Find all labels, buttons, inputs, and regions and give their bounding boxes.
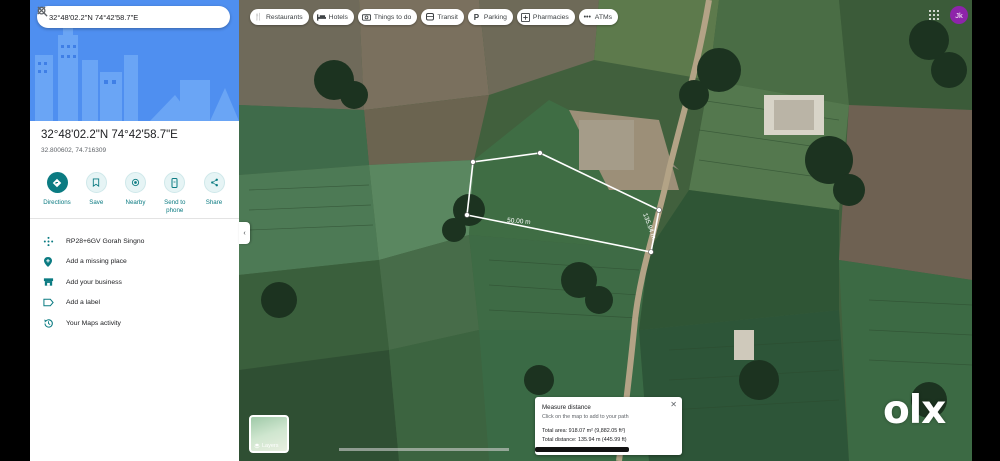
restaurant-icon: 🍴	[254, 14, 263, 21]
business-icon	[40, 275, 56, 289]
collapse-panel-button[interactable]: ‹	[239, 222, 250, 244]
send-to-phone-label: Send to phone	[164, 199, 185, 214]
action-row: Directions Save Nearby Send to phone Shar…	[38, 172, 233, 214]
close-icon[interactable]	[37, 6, 230, 28]
chip-restaurants[interactable]: 🍴 Restaurants	[250, 9, 309, 25]
place-coordinates: 32.800602, 74.716309	[41, 147, 107, 154]
category-chips: 🍴 Restaurants Hotels Things to do Transi…	[250, 9, 619, 25]
share-icon	[203, 172, 225, 193]
directions-icon	[46, 172, 68, 193]
nearby-button[interactable]: Nearby	[117, 172, 155, 214]
layers-button[interactable]: Layers	[249, 415, 289, 453]
search-icon[interactable]	[37, 6, 208, 28]
maps-activity-row[interactable]: Your Maps activity	[40, 313, 144, 334]
chip-pharmacies[interactable]: Pharmacies	[516, 9, 575, 25]
nearby-label: Nearby	[125, 199, 146, 206]
satellite-map[interactable]: 50.00 m 135.94 m	[239, 0, 972, 461]
measure-total-distance: Total distance: 135.94 m (445.99 ft)	[542, 437, 627, 443]
chevron-left-icon: ‹	[243, 229, 246, 237]
save-label: Save	[89, 199, 104, 206]
atm-icon: •••	[583, 13, 591, 21]
camera-icon	[361, 13, 371, 22]
chip-things-to-do-label: Things to do	[373, 13, 412, 21]
directions-label: Directions	[43, 199, 71, 206]
add-missing-place-text: Add a missing place	[66, 258, 127, 266]
plus-code-text: RP28+6GV Gorah Singno	[66, 237, 145, 245]
transit-icon	[425, 12, 434, 22]
layers-label: Layers	[262, 443, 279, 449]
section-divider	[30, 218, 239, 219]
add-label-text: Add a label	[66, 299, 101, 307]
chip-pharmacies-label: Pharmacies	[532, 13, 569, 21]
chip-hotels[interactable]: Hotels	[312, 9, 354, 25]
plus-code-icon	[40, 234, 56, 248]
search-input[interactable]: 32°48'02.2"N 74°42'58.7"E	[49, 13, 186, 22]
add-business-text: Add your business	[66, 278, 122, 286]
measure-total-area: Total area: 918.07 m² (9,882.05 ft²)	[542, 428, 626, 434]
left-letterbox	[0, 0, 30, 461]
chip-things-to-do[interactable]: Things to do	[357, 9, 418, 25]
add-missing-place-row[interactable]: Add a missing place	[40, 252, 144, 273]
add-business-row[interactable]: Add your business	[40, 272, 144, 293]
hotel-icon	[316, 13, 326, 22]
send-to-phone-label-line-2: phone	[166, 206, 184, 214]
chip-hotels-label: Hotels	[328, 13, 348, 21]
label-icon	[40, 296, 56, 310]
phone-icon	[164, 172, 186, 193]
chip-atms[interactable]: ••• ATMs	[578, 9, 619, 25]
chip-transit-label: Transit	[437, 13, 458, 21]
parking-icon: P	[473, 12, 480, 22]
chip-parking[interactable]: P Parking	[467, 9, 513, 25]
chip-atms-label: ATMs	[594, 13, 613, 21]
maps-activity-text: Your Maps activity	[66, 319, 121, 327]
history-icon	[40, 316, 56, 330]
layers-label-wrap: Layers	[254, 443, 279, 449]
olx-watermark: olx	[883, 388, 946, 433]
chip-parking-label: Parking	[483, 13, 507, 21]
add-place-icon	[40, 255, 56, 269]
hero-illustration: 32°48'02.2"N 74°42'58.7"E	[30, 0, 239, 121]
add-label-row[interactable]: Add a label	[40, 293, 144, 314]
plus-code-row[interactable]: RP28+6GV Gorah Singno	[40, 231, 144, 252]
account-avatar[interactable]: Jk	[950, 6, 968, 24]
place-details-list: RP28+6GV Gorah Singno Add a missing plac…	[40, 231, 144, 334]
layers-icon	[254, 443, 260, 449]
apps-grid-icon[interactable]	[929, 10, 939, 20]
chip-transit[interactable]: Transit	[421, 9, 464, 25]
olx-watermark-text: olx	[883, 388, 946, 433]
right-letterbox	[972, 0, 1000, 461]
measure-subtitle: Click on the map to add to your path	[542, 414, 629, 420]
measure-title: Measure distance	[542, 404, 591, 411]
send-to-phone-button[interactable]: Send to phone	[156, 172, 194, 214]
chip-restaurants-label: Restaurants	[266, 13, 303, 21]
save-button[interactable]: Save	[77, 172, 115, 214]
place-sidebar: 32°48'02.2"N 74°42'58.7"E 32°48'02.2"N 7…	[30, 0, 239, 461]
send-to-phone-label-line-1: Send to	[164, 199, 186, 206]
share-label: Share	[205, 199, 223, 206]
place-title: 32°48'02.2"N 74°42'58.7"E	[41, 129, 178, 141]
measure-panel-bottom-bar	[535, 447, 629, 452]
share-button[interactable]: Share	[195, 172, 233, 214]
search-box[interactable]: 32°48'02.2"N 74°42'58.7"E	[37, 6, 230, 28]
satellite-imagery: 50.00 m 135.94 m	[239, 0, 972, 461]
close-icon[interactable]: ✕	[670, 400, 677, 409]
bookmark-icon	[85, 172, 107, 193]
directions-button[interactable]: Directions	[38, 172, 76, 214]
nearby-icon	[125, 172, 146, 193]
pharmacy-icon	[520, 12, 530, 22]
